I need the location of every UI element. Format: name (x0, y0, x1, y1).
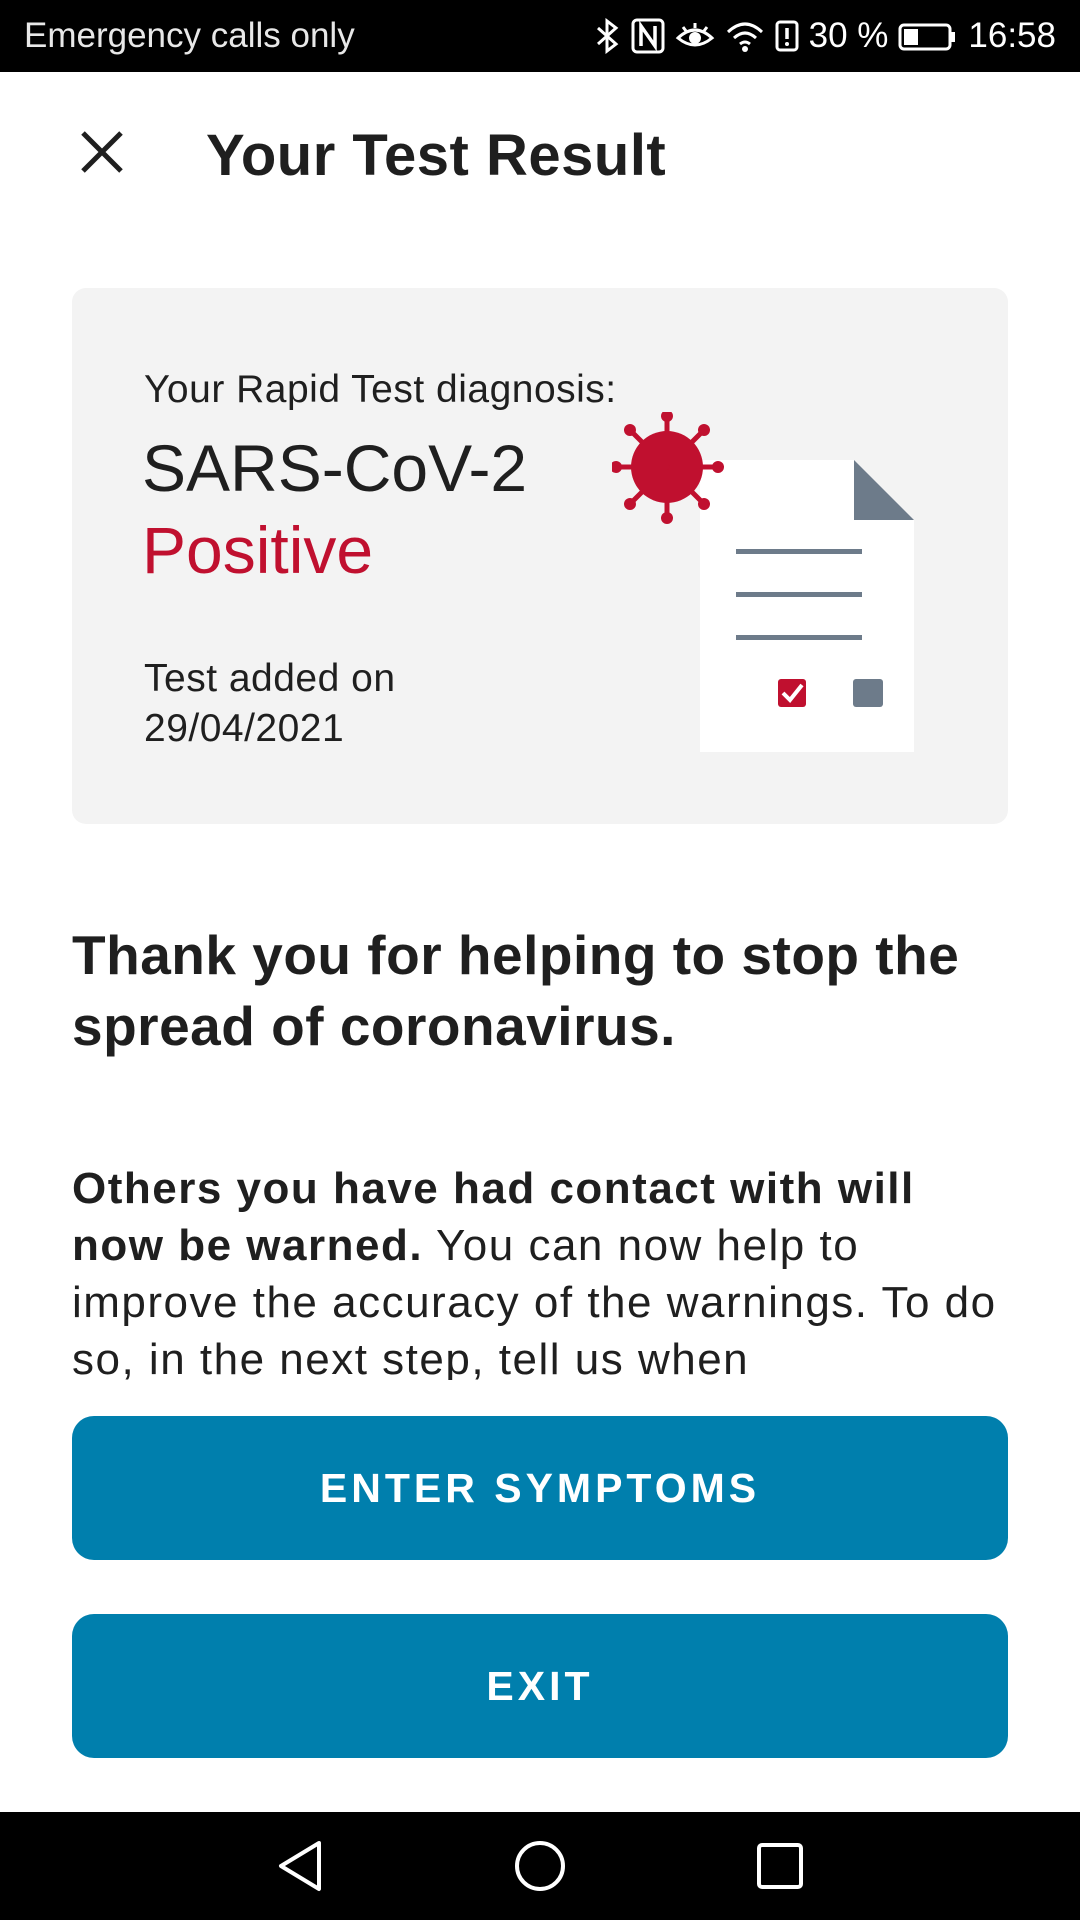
home-button[interactable] (508, 1834, 572, 1898)
warning-explanation: Others you have had contact with will no… (72, 1160, 1008, 1380)
battery-icon (898, 23, 956, 51)
test-date-label: Test added on (144, 657, 396, 700)
battery-percent: 30 % (808, 16, 889, 55)
battery-alert-icon (775, 20, 799, 52)
thank-you-headline: Thank you for helping to stop the spread… (72, 924, 960, 1057)
recent-apps-button[interactable] (748, 1834, 812, 1898)
close-button[interactable] (62, 112, 142, 192)
recent-apps-icon (757, 1843, 803, 1889)
wifi-icon (726, 22, 763, 52)
eye-comfort-icon (675, 23, 714, 47)
clock: 16:58 (968, 16, 1056, 55)
test-result-status: Positive (142, 513, 374, 587)
virus-document-icon (612, 412, 914, 752)
status-bar: Emergency calls only 30 % 16:58 (0, 0, 1080, 72)
status-icons: 30 % 16:58 (595, 16, 1056, 56)
test-result-card: Your Rapid Test diagnosis: SARS-CoV-2 Po… (72, 288, 1008, 824)
pathogen-name: SARS-CoV-2 (142, 431, 528, 505)
close-icon (81, 131, 123, 173)
enter-symptoms-button[interactable]: ENTER SYMPTOMS (72, 1416, 1008, 1560)
carrier-text: Emergency calls only (24, 16, 355, 55)
page-title: Your Test Result (206, 123, 667, 188)
app-bar: Your Test Result (0, 72, 1080, 244)
test-date-value: 29/04/2021 (144, 707, 345, 750)
back-icon (279, 1841, 321, 1891)
back-button[interactable] (268, 1834, 332, 1898)
test-date: Test added on 29/04/2021 (144, 654, 396, 754)
nfc-icon (631, 18, 665, 54)
diagnosis-label: Your Rapid Test diagnosis: (144, 368, 617, 411)
message-scroll-area[interactable]: Thank you for helping to stop the spread… (72, 920, 1008, 1380)
exit-button[interactable]: EXIT (72, 1614, 1008, 1758)
navigation-bar (0, 1812, 1080, 1920)
bluetooth-icon (596, 18, 618, 54)
home-icon (515, 1841, 565, 1891)
